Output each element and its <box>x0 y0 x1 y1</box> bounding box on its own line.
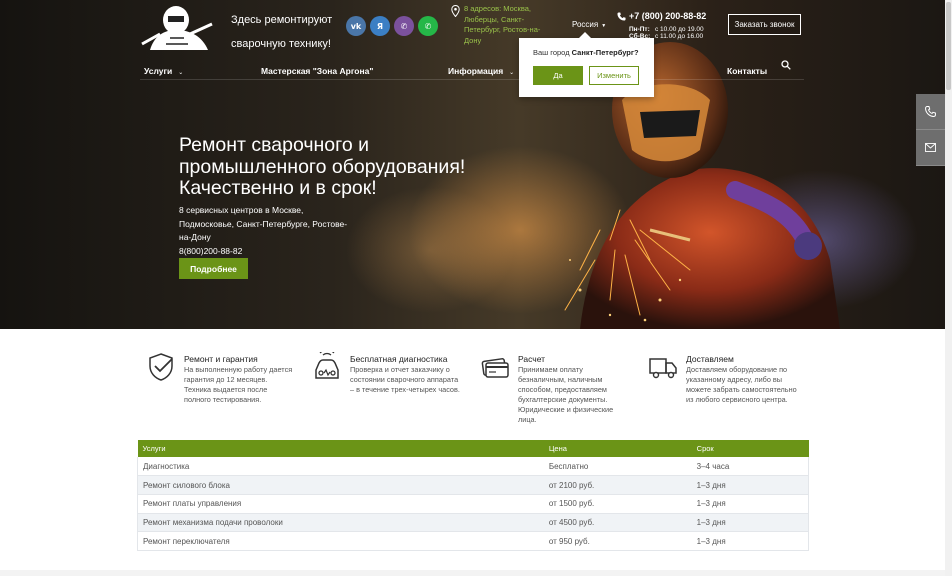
table-cell: 1–3 дня <box>691 475 809 495</box>
chevron-down-icon: ⌄ <box>178 70 184 76</box>
column-header: Цена <box>543 440 692 457</box>
feature-text: Принимаем оплату безналичным, наличным с… <box>518 365 614 424</box>
table-cell: от 2100 руб. <box>543 475 692 495</box>
feature-text: Доставляем оборудование по указанному ад… <box>686 365 797 404</box>
social-links: vk Я ✆ ✆ <box>346 16 438 36</box>
table-cell: Ремонт платы управления <box>137 494 544 514</box>
features: Ремонт и гарантия На выполненную работу … <box>146 350 816 424</box>
scrollbar-thumb[interactable] <box>946 2 951 90</box>
table-cell: Ремонт силового блока <box>137 475 544 495</box>
table-cell: Ремонт механизма подачи проволоки <box>137 513 544 533</box>
table-row: Диагностика Бесплатно 3–4 часа <box>137 457 809 477</box>
hero-subtitle-text: 8 сервисных центров в Москве, Подмосковь… <box>179 205 348 242</box>
table-cell: Диагностика <box>137 457 544 477</box>
chevron-down-icon: ▼ <box>601 23 607 29</box>
side-widgets <box>916 94 945 166</box>
map-pin-icon <box>451 5 460 17</box>
side-call-widget[interactable] <box>916 94 945 130</box>
callback-button[interactable]: Заказать звонок <box>728 14 801 35</box>
nav-item-workshop[interactable]: Мастерская "Зона Аргона" <box>261 66 373 76</box>
yandex-icon[interactable]: Я <box>370 16 390 36</box>
table-cell: Ремонт переключателя <box>137 531 544 551</box>
table-row: Ремонт силового блока от 2100 руб. 1–3 д… <box>137 475 809 495</box>
feature-title: Расчет <box>518 354 546 364</box>
shield-check-icon <box>149 353 173 381</box>
car-diagnostics-icon <box>315 352 339 379</box>
vk-icon[interactable]: vk <box>346 16 366 36</box>
table-cell: от 1500 руб. <box>543 494 692 514</box>
viber-icon[interactable]: ✆ <box>394 16 414 36</box>
side-mail-widget[interactable] <box>916 130 945 166</box>
table-cell: 1–3 дня <box>691 513 809 533</box>
chevron-down-icon: ⌄ <box>509 70 515 76</box>
nav-item-services[interactable]: Услуги ⌄ <box>144 66 183 76</box>
nav-item-info[interactable]: Информация ⌄ <box>448 66 514 76</box>
nav-item-contacts[interactable]: Контакты <box>727 66 767 76</box>
footer-strip <box>0 570 945 576</box>
region-label: Россия <box>572 20 599 29</box>
mail-icon <box>925 143 936 152</box>
price-table: Услуги Цена Срок Диагностика Бесплатно 3… <box>137 440 809 551</box>
feature-title: Ремонт и гарантия <box>184 354 258 364</box>
phone-icon <box>617 12 626 21</box>
column-header: Срок <box>691 440 809 457</box>
hero-banner: Здесь ремонтируют сварочную технику! vk … <box>0 0 945 329</box>
table-cell: 1–3 дня <box>691 494 809 514</box>
table-row: Ремонт платы управления от 1500 руб. 1–3… <box>137 494 809 514</box>
hero-phone[interactable]: 8(800)200-88-82 <box>179 245 359 259</box>
phone-icon <box>925 106 936 117</box>
table-cell: 3–4 часа <box>691 457 809 477</box>
main-nav: Услуги ⌄ Мастерская "Зона Аргона" Информа… <box>140 60 804 80</box>
payment-card-icon <box>481 358 509 378</box>
change-city-button[interactable]: Изменить <box>589 66 639 85</box>
column-header: Услуги <box>137 440 544 457</box>
feature-text: На выполненную работу дается гарантия до… <box>184 365 293 404</box>
tagline: Здесь ремонтируют сварочную технику! <box>231 14 333 50</box>
logo-image[interactable] <box>140 4 214 50</box>
sparks-image <box>564 209 691 322</box>
feature-title: Бесплатная диагностика <box>350 354 448 364</box>
delivery-truck-icon <box>649 358 677 379</box>
page: Здесь ремонтируют сварочную технику! vk … <box>0 0 952 576</box>
table-row: Ремонт переключателя от 950 руб. 1–3 дня <box>137 531 809 551</box>
table-cell: Бесплатно <box>543 457 692 477</box>
table-cell: 1–3 дня <box>691 531 809 551</box>
table-row: Ремонт механизма подачи проволоки от 450… <box>137 513 809 533</box>
search-icon[interactable] <box>781 60 791 70</box>
table-header: Услуги Цена Срок <box>137 440 809 457</box>
region-selector[interactable]: Россия ▼ <box>572 20 606 29</box>
table-cell: от 950 руб. <box>543 531 692 551</box>
table-cell: от 4500 руб. <box>543 513 692 533</box>
confirm-city-button[interactable]: Да <box>533 66 583 85</box>
hero-title: Ремонт сварочного и промышленного оборуд… <box>179 134 466 199</box>
hero-subtitle: 8 сервисных центров в Москве, Подмосковь… <box>179 204 359 258</box>
feature-title: Доставляем <box>686 354 734 364</box>
whatsapp-icon[interactable]: ✆ <box>418 16 438 36</box>
city-popup: Ваш город Санкт-Петербург? Да Изменить <box>519 32 654 97</box>
more-button[interactable]: Подробнее <box>179 258 248 279</box>
city-question: Ваш город Санкт-Петербург? <box>533 48 639 57</box>
header-phone[interactable]: +7 (800) 200-88-82 <box>629 11 706 21</box>
feature-text: Проверка и отчет заказчику о состоянии с… <box>350 365 460 394</box>
